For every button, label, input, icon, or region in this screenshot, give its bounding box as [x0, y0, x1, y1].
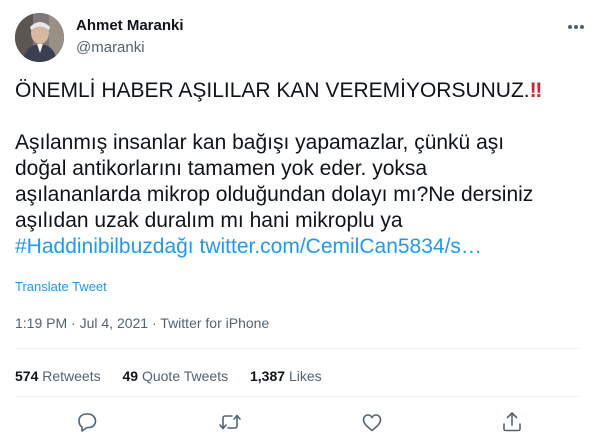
author-name[interactable]: Ahmet Maranki — [76, 17, 184, 34]
retweets-stat[interactable]: 574 Retweets — [15, 368, 101, 384]
divider — [15, 348, 580, 349]
translate-tweet-link[interactable]: Translate Tweet — [15, 279, 107, 294]
tweet-time[interactable]: 1:19 PM — [15, 315, 67, 331]
quote-tweets-label: Quote Tweets — [141, 368, 229, 384]
more-icon[interactable] — [565, 18, 587, 36]
author-handle[interactable]: @maranki — [76, 39, 145, 56]
avatar[interactable] — [15, 13, 64, 62]
retweet-icon[interactable] — [218, 410, 242, 434]
heart-icon[interactable] — [360, 410, 384, 434]
tweet-body-line: Aşılanmış insanlar kan bağışı yapamazlar… — [15, 131, 505, 154]
tweet-body-line: doğal antikorlarını tamamen yok eder. yo… — [15, 157, 428, 180]
action-bar — [0, 410, 595, 434]
tweet-headline-line: ÖNEMLİ HABER AŞILILAR KAN VEREMİYORSUNUZ… — [15, 78, 585, 104]
meta-separator: · — [71, 315, 76, 331]
tweet-date[interactable]: Jul 4, 2021 — [80, 315, 149, 331]
divider — [15, 396, 580, 397]
avatar-image — [15, 13, 64, 62]
tweet-meta: 1:19 PM · Jul 4, 2021 · Twitter for iPho… — [15, 315, 269, 331]
quote-tweets-stat[interactable]: 49 Quote Tweets — [123, 368, 229, 384]
tweet-body-line: aşılananlarda mikrop olduğundan dolayı m… — [15, 183, 534, 206]
retweets-label: Retweets — [42, 368, 101, 384]
quote-tweets-count: 49 — [122, 368, 139, 384]
tweet-url-link[interactable]: twitter.com/CemilCan5834/s… — [199, 235, 481, 258]
double-exclamation-emoji: ‼ — [529, 79, 543, 102]
likes-stat[interactable]: 1,387 Likes — [250, 368, 322, 384]
retweets-count: 574 — [15, 368, 39, 384]
hashtag-link[interactable]: #Haddinibilbuzdağı — [15, 235, 194, 258]
likes-count: 1,387 — [250, 368, 286, 384]
reply-icon[interactable] — [75, 410, 99, 434]
tweet-body-line: aşılıdan uzak duralım mı hani mikroplu y… — [15, 209, 403, 232]
likes-label: Likes — [288, 368, 322, 384]
tweet-headline: ÖNEMLİ HABER AŞILILAR KAN VEREMİYORSUNUZ… — [15, 79, 530, 102]
share-icon[interactable] — [500, 410, 524, 434]
meta-separator: · — [151, 315, 157, 331]
tweet-text: ÖNEMLİ HABER AŞILILAR KAN VEREMİYORSUNUZ… — [15, 78, 585, 260]
tweet-link-line: #Haddinibilbuzdağı twitter.com/CemilCan5… — [15, 234, 585, 260]
tweet-source[interactable]: Twitter for iPhone — [160, 315, 269, 331]
tweet-stats: 574 Retweets 49 Quote Tweets 1,387 Likes — [15, 368, 340, 384]
